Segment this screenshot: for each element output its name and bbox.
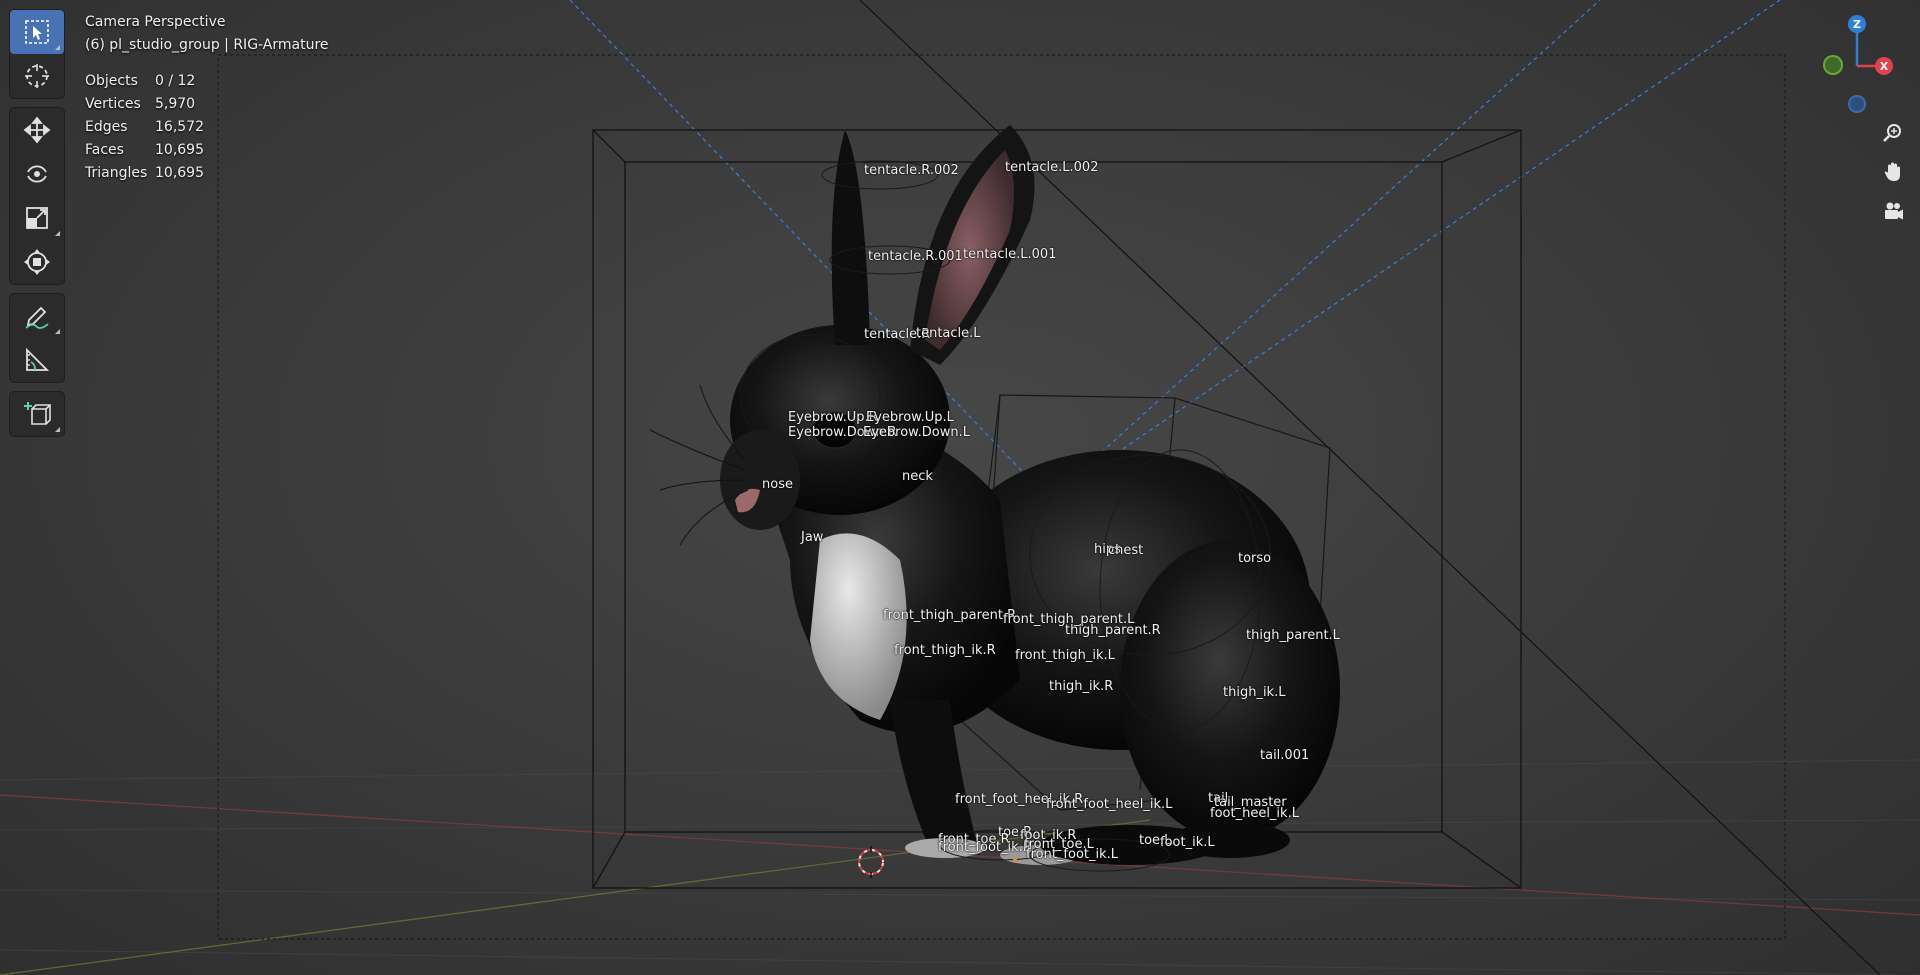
- viewport-scene: [0, 0, 1920, 975]
- camera-view-button[interactable]: [1878, 196, 1908, 226]
- bone-label-front-thigh-ik-l: front_thigh_ik.L: [1015, 648, 1115, 663]
- bone-label-thigh-ik-l: thigh_ik.L: [1223, 685, 1286, 700]
- scale-icon: [26, 207, 48, 229]
- bone-label-tentacle-l: tentacle.L: [916, 326, 981, 341]
- tool-group-add: [10, 392, 64, 436]
- tool-group-transform: [10, 108, 64, 284]
- bone-label-thigh-parent-r: thigh_parent.R: [1065, 623, 1161, 638]
- stat-row-edges: Edges 16,572: [85, 119, 204, 135]
- bone-label-front-thigh-ik-r: front_thigh_ik.R: [894, 643, 996, 658]
- scene-statistics: Objects 0 / 12 Vertices 5,970 Edges 16,572 …: [85, 70, 204, 185]
- stat-row-faces: Faces 10,695: [85, 142, 204, 158]
- bone-label-thigh-ik-r: thigh_ik.R: [1049, 679, 1114, 694]
- 3d-cursor: [858, 846, 884, 878]
- bone-label-front-thigh-parent-r: front_thigh_parent.R: [883, 608, 1017, 623]
- measure-icon: [26, 347, 50, 371]
- transform-tool[interactable]: [10, 240, 64, 284]
- bone-label-tail-001: tail.001: [1260, 748, 1310, 763]
- measure-tool[interactable]: [10, 338, 64, 382]
- add-cube-tool[interactable]: [10, 392, 64, 436]
- 3d-viewport[interactable]: tentacle.R.002 tentacle.L.002 tentacle.R…: [0, 0, 1920, 975]
- bone-label-tentacle-l-002: tentacle.L.002: [1005, 160, 1099, 175]
- bone-label-neck: neck: [902, 469, 933, 484]
- cursor-icon: [25, 64, 49, 88]
- bone-label-thigh-parent-l: thigh_parent.L: [1246, 628, 1340, 643]
- gizmo-z-axis[interactable]: Z: [1848, 15, 1866, 33]
- bone-label-tentacle-r-001: tentacle.R.001: [868, 249, 963, 264]
- view-name: Camera Perspective: [85, 14, 226, 30]
- bone-label-front-foot-ik-l: front_foot_ik.L: [1026, 847, 1119, 862]
- move-icon: [23, 116, 51, 144]
- annotate-tool[interactable]: [10, 294, 64, 338]
- bone-label-tentacle-r-002: tentacle.R.002: [864, 163, 959, 178]
- rotate-tool[interactable]: [10, 152, 64, 196]
- bone-label-foot-ik-l: foot_ik.L: [1160, 835, 1215, 850]
- scale-tool[interactable]: [10, 196, 64, 240]
- bone-label-front-foot-heel-ik-l: front_foot_heel_ik.L: [1046, 797, 1173, 812]
- hand-icon: [1884, 162, 1900, 181]
- bone-label-nose: nose: [762, 477, 793, 492]
- bone-label-foot-heel-ik-l: foot_heel_ik.L: [1210, 806, 1299, 821]
- add-cube-icon: [24, 402, 51, 425]
- gizmo-neg-z-axis[interactable]: [1848, 95, 1866, 113]
- annotate-icon: [25, 306, 49, 329]
- stat-row-vertices: Vertices 5,970: [85, 96, 196, 112]
- tool-group-select: [10, 10, 64, 98]
- transform-icon: [24, 249, 50, 275]
- tool-shelf: [10, 10, 64, 446]
- bone-label-eyebrow-up-l: Eyebrow.Up.L: [866, 410, 954, 425]
- stat-row-triangles: Triangles 10,695: [85, 165, 204, 181]
- bone-label-eyebrow-down-l: Eyebrow.Down.L: [863, 425, 970, 440]
- select-box-tool[interactable]: [10, 10, 64, 54]
- bone-label-eyebrow-up-r: Eyebrow.Up.R: [788, 410, 878, 425]
- bone-label-front-foot-ik-r: front_foot_ik.R: [938, 840, 1032, 855]
- bone-label-torso: torso: [1238, 551, 1272, 566]
- gizmo-x-axis[interactable]: X: [1875, 57, 1893, 75]
- rotate-icon: [27, 165, 47, 183]
- zoom-button[interactable]: [1878, 118, 1908, 148]
- gizmo-y-axis[interactable]: [1823, 55, 1843, 75]
- viewport-info: Camera Perspective (6) pl_studio_group |…: [85, 11, 329, 57]
- tool-group-annotate: [10, 294, 64, 382]
- bone-label-tentacle-l-001: tentacle.L.001: [963, 247, 1057, 262]
- select-box-icon: [25, 20, 49, 44]
- camera-icon: [1885, 202, 1903, 220]
- rabbit-model: [649, 125, 1340, 865]
- zoom-icon: [1883, 124, 1901, 142]
- stat-row-objects: Objects 0 / 12: [85, 73, 196, 89]
- cursor-tool[interactable]: [10, 54, 64, 98]
- navigation-gizmo[interactable]: Z X: [1820, 12, 1900, 113]
- bone-label-chest: chest: [1108, 543, 1144, 558]
- move-tool[interactable]: [10, 108, 64, 152]
- pan-button[interactable]: [1878, 157, 1908, 187]
- bone-label-jaw: Jaw: [801, 530, 824, 545]
- active-context: (6) pl_studio_group | RIG-Armature: [85, 37, 329, 53]
